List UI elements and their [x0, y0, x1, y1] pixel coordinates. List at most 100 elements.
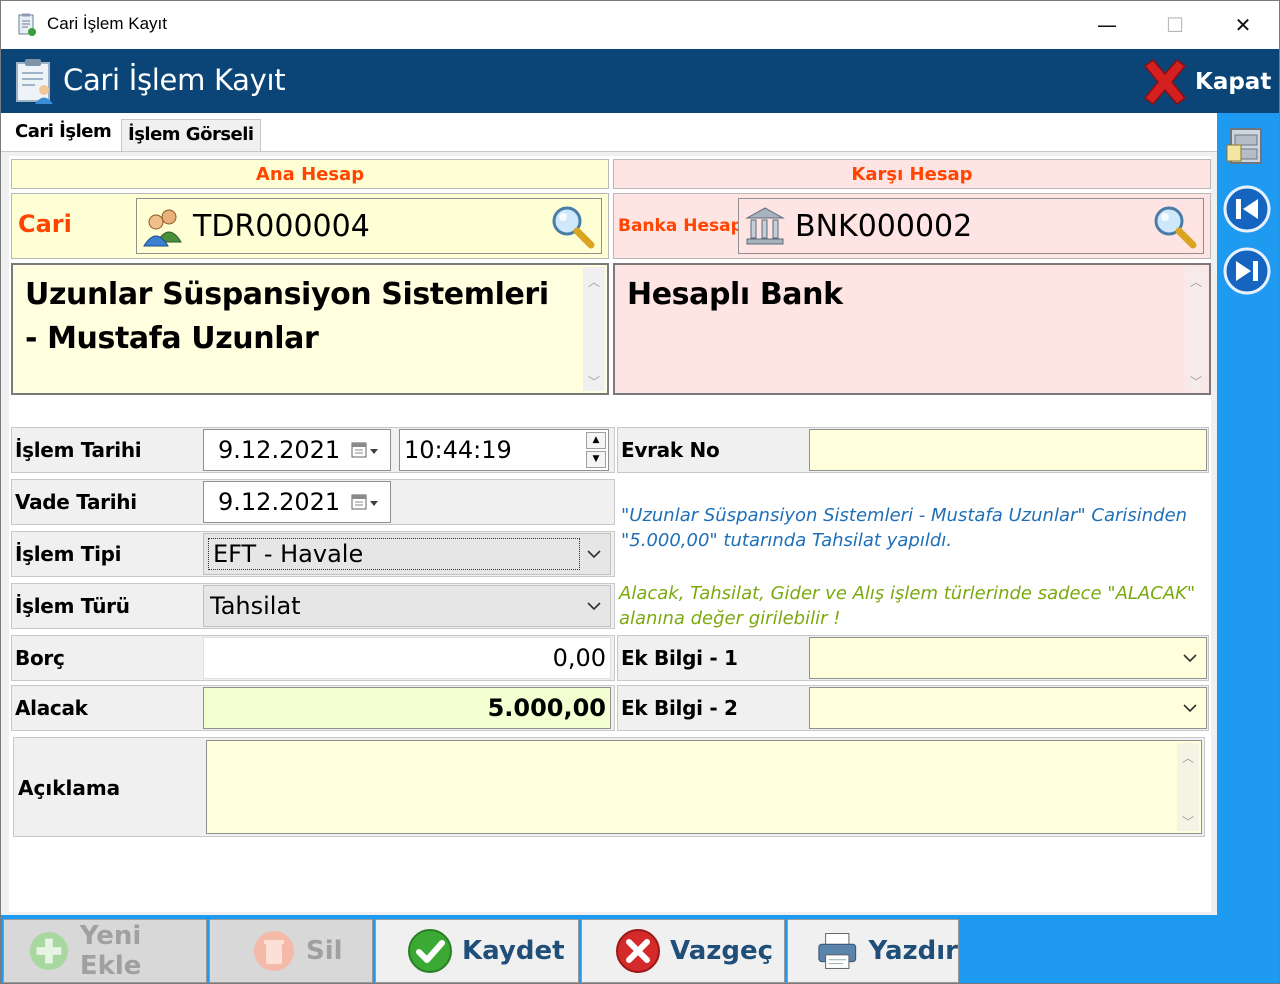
islem-turu-select[interactable]: Tahsilat [203, 585, 611, 627]
ana-hesap-code-field[interactable]: TDR000004 [136, 198, 602, 254]
vazgec-button[interactable]: Vazgeç [581, 919, 785, 983]
ana-hesap-description: Uzunlar Süspansiyon Sistemleri - Mustafa… [25, 277, 549, 356]
karsi-hesap-row: Banka Hesap BNK000002 [613, 193, 1211, 259]
spin-up-icon[interactable]: ▲ [586, 432, 606, 449]
aciklama-scrollbar[interactable]: ︿ ﹀ [1177, 743, 1199, 831]
karsi-hesap-description-box[interactable]: Hesaplı Bank ︿ ﹀ [613, 263, 1211, 395]
vade-tarihi-label: Vade Tarihi [15, 490, 137, 514]
ana-hesap-code: TDR000004 [193, 208, 370, 244]
islem-tipi-select[interactable]: EFT - Havale [203, 533, 611, 575]
islem-saati-input[interactable]: 10:44:19 ▲ ▼ [399, 429, 609, 471]
calendar-dropdown-icon[interactable] [350, 492, 384, 514]
window-close-button[interactable]: ✕ [1209, 1, 1277, 49]
summary-message: "Uzunlar Süspansiyon Sistemleri - Mustaf… [621, 505, 1188, 551]
ek-bilgi-2-label: Ek Bilgi - 2 [621, 696, 738, 720]
islem-tarihi-label: İşlem Tarihi [15, 438, 142, 462]
description-scrollbar[interactable]: ︿ ﹀ [583, 267, 605, 391]
first-record-icon[interactable] [1221, 183, 1273, 235]
form-title: Cari İşlem Kayıt [63, 63, 286, 97]
scroll-down-icon[interactable]: ﹀ [1190, 373, 1202, 389]
ana-hesap-description-box[interactable]: Uzunlar Süspansiyon Sistemleri - Mustafa… [11, 263, 609, 395]
islem-saati-value: 10:44:19 [404, 436, 512, 464]
bank-icon [745, 207, 785, 245]
alacak-input[interactable]: 5.000,00 [203, 687, 611, 729]
evrak-no-label: Evrak No [621, 438, 720, 462]
clipboard-user-icon [16, 59, 53, 104]
trash-icon [254, 931, 294, 971]
islem-turu-value: Tahsilat [210, 592, 301, 620]
ek-bilgi-2-select[interactable] [809, 687, 1207, 729]
tab-bar: Cari İşlem İşlem Görseli [1, 113, 1217, 153]
chevron-down-icon[interactable] [586, 546, 602, 562]
sil-button[interactable]: Sil [209, 919, 373, 983]
islem-tarihi-input[interactable]: 9.12.2021 [203, 429, 391, 471]
ek-bilgi-1-label: Ek Bilgi - 1 [621, 646, 738, 670]
islem-tipi-value: EFT - Havale [208, 538, 580, 570]
borc-label: Borç [15, 646, 65, 670]
tab-islem-gorseli[interactable]: İşlem Görseli [121, 119, 261, 153]
yazdir-button[interactable]: Yazdır [787, 919, 959, 983]
time-spinner[interactable]: ▲ ▼ [586, 432, 606, 468]
borc-value: 0,00 [552, 644, 606, 672]
vazgec-label: Vazgeç [670, 936, 774, 966]
magnifier-icon[interactable] [549, 203, 597, 251]
minimize-button[interactable]: — [1073, 1, 1141, 49]
chevron-down-icon[interactable] [1182, 650, 1198, 666]
document-icon [18, 13, 36, 36]
islem-turu-label: İşlem Türü [15, 594, 130, 618]
borc-input[interactable]: 0,00 [203, 637, 611, 679]
islem-tipi-label: İşlem Tipi [15, 542, 122, 566]
users-icon [143, 209, 182, 247]
side-strip [1217, 113, 1279, 983]
yazdir-label: Yazdır [868, 936, 958, 966]
printer-icon [818, 933, 857, 969]
kaydet-label: Kaydet [462, 936, 565, 966]
check-icon [408, 929, 452, 973]
aciklama-label: Açıklama [18, 776, 121, 800]
red-x-icon [1143, 58, 1187, 106]
calendar-dropdown-icon[interactable] [350, 440, 384, 462]
main-window: Cari İşlem Kayıt — ☐ ✕ Cari İşlem Kayıt … [0, 0, 1280, 984]
tab-cari-islem[interactable]: Cari İşlem [9, 117, 118, 151]
spin-down-icon[interactable]: ▼ [586, 451, 606, 468]
karsi-hesap-description: Hesaplı Bank [627, 277, 843, 312]
kapat-label: Kapat [1195, 69, 1272, 95]
chevron-down-icon[interactable] [1182, 700, 1198, 716]
islem-tarihi-value: 9.12.2021 [218, 436, 341, 464]
alacak-value: 5.000,00 [487, 694, 606, 722]
ana-hesap-row: Cari TDR000004 [11, 193, 609, 259]
title-bar: Cari İşlem Kayıt — ☐ ✕ [1, 1, 1279, 49]
plus-icon [29, 931, 69, 971]
hint-message: Alacak, Tahsilat, Gider ve Alış işlem tü… [619, 583, 1196, 629]
window-title: Cari İşlem Kayıt [47, 14, 167, 33]
karsi-hesap-heading: Karşı Hesap [613, 159, 1211, 189]
chevron-down-icon[interactable] [586, 598, 602, 614]
scroll-down-icon[interactable]: ﹀ [1182, 813, 1194, 829]
aciklama-textarea[interactable]: ︿ ﹀ [206, 740, 1202, 834]
yeni-ekle-label: Yeni Ekle [79, 921, 142, 981]
sil-label: Sil [306, 936, 343, 966]
ana-hesap-heading: Ana Hesap [11, 159, 609, 189]
ana-hesap-type-label: Cari [18, 210, 72, 238]
yeni-ekle-button[interactable]: Yeni Ekle [3, 919, 207, 983]
kaydet-button[interactable]: Kaydet [375, 919, 579, 983]
scroll-down-icon[interactable]: ﹀ [588, 373, 600, 389]
maximize-button[interactable]: ☐ [1141, 1, 1209, 49]
magnifier-icon[interactable] [1151, 203, 1199, 251]
scroll-up-icon[interactable]: ︿ [1190, 273, 1202, 289]
last-record-icon[interactable] [1221, 245, 1273, 297]
form-header: Cari İşlem Kayıt Kapat [1, 49, 1279, 113]
vade-tarihi-value: 9.12.2021 [218, 488, 341, 516]
scroll-up-icon[interactable]: ︿ [1182, 749, 1194, 765]
archive-cabinet-icon[interactable] [1221, 119, 1273, 171]
karsi-hesap-code: BNK000002 [795, 208, 973, 244]
kapat-button[interactable]: Kapat [1139, 55, 1279, 109]
alacak-label: Alacak [15, 696, 88, 720]
ek-bilgi-1-select[interactable] [809, 637, 1207, 679]
description-scrollbar[interactable]: ︿ ﹀ [1185, 267, 1207, 391]
karsi-hesap-code-field[interactable]: BNK000002 [738, 198, 1204, 254]
scroll-up-icon[interactable]: ︿ [588, 273, 600, 289]
vade-tarihi-input[interactable]: 9.12.2021 [203, 481, 391, 523]
aciklama-row: Açıklama ︿ ﹀ [13, 737, 1205, 837]
evrak-no-input[interactable] [809, 429, 1207, 471]
